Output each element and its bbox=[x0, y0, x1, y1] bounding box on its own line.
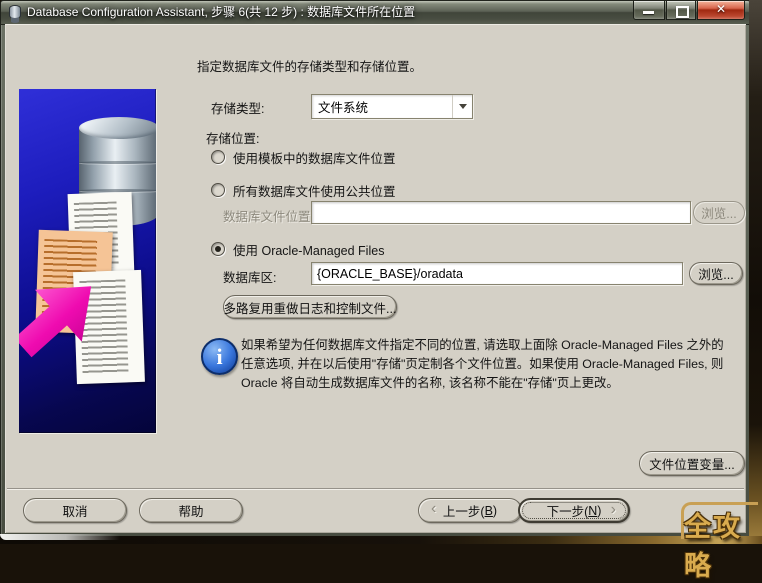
file-location-variables-button[interactable]: 文件位置变量... bbox=[639, 451, 745, 476]
storage-type-value: 文件系统 bbox=[318, 101, 369, 115]
db-area-label: 数据库区: bbox=[223, 271, 277, 285]
maximize-icon bbox=[676, 6, 689, 18]
radio-option-label: 所有数据库文件使用公共位置 bbox=[233, 184, 396, 199]
minimize-button[interactable] bbox=[633, 1, 665, 20]
storage-type-dropdown[interactable]: 文件系统 bbox=[311, 94, 473, 119]
window-controls: ✕ bbox=[633, 1, 745, 20]
next-button[interactable]: 下一步(N) › bbox=[518, 498, 630, 523]
screen: { "window": { "title": "Database Configu… bbox=[0, 0, 762, 581]
minimize-icon bbox=[643, 11, 654, 14]
radio-option-template-location[interactable]: 使用模板中的数据库文件位置 bbox=[211, 149, 396, 166]
back-chevron-icon: ‹ bbox=[431, 500, 437, 517]
radio-option-oracle-managed-files[interactable]: 使用 Oracle-Managed Files bbox=[211, 241, 385, 258]
chevron-down-icon bbox=[458, 104, 467, 109]
title-bar: Database Configuration Assistant, 步骤 6(共… bbox=[1, 1, 750, 25]
back-button[interactable]: ‹ 上一步(B) bbox=[418, 498, 522, 523]
window-title: Database Configuration Assistant, 步骤 6(共… bbox=[27, 5, 416, 19]
dropdown-arrow-button[interactable] bbox=[452, 95, 472, 118]
frame-silver-highlight bbox=[0, 534, 120, 540]
footer-separator bbox=[7, 488, 744, 490]
close-icon: ✕ bbox=[715, 2, 727, 16]
radio-icon bbox=[211, 183, 225, 197]
dialog-window: Database Configuration Assistant, 步骤 6(共… bbox=[0, 0, 751, 539]
radio-selected-icon bbox=[211, 242, 225, 256]
storage-location-label: 存储位置: bbox=[206, 132, 260, 146]
wizard-graphic bbox=[19, 89, 156, 433]
info-icon: i bbox=[201, 338, 238, 375]
radio-option-label: 使用模板中的数据库文件位置 bbox=[233, 151, 396, 166]
dialog-body: 指定数据库文件的存储类型和存储位置。 存储类型: 文件系统 存储位置: 使用模板… bbox=[5, 24, 746, 533]
radio-icon bbox=[211, 150, 225, 164]
watermark-text: 全攻略 bbox=[684, 512, 742, 581]
radio-option-common-location[interactable]: 所有数据库文件使用公共位置 bbox=[211, 182, 396, 199]
multiplex-redo-logs-button[interactable]: 多路复用重做日志和控制文件... bbox=[223, 295, 397, 319]
instruction-text: 指定数据库文件的存储类型和存储位置。 bbox=[197, 60, 423, 74]
db-file-location-label: 数据库文件位置: bbox=[223, 210, 314, 224]
db-area-browse-button[interactable]: 浏览... bbox=[689, 262, 743, 285]
db-file-location-input bbox=[311, 201, 691, 224]
db-area-input[interactable] bbox=[311, 262, 683, 285]
info-text: 如果希望为任何数据库文件指定不同的位置, 请选取上面除 Oracle-Manag… bbox=[241, 338, 724, 390]
app-icon bbox=[8, 5, 23, 20]
help-button[interactable]: 帮助 bbox=[139, 498, 243, 523]
maximize-button[interactable] bbox=[666, 1, 696, 20]
radio-option-label: 使用 Oracle-Managed Files bbox=[233, 243, 385, 258]
next-chevron-icon: › bbox=[610, 501, 616, 518]
db-file-location-browse-button: 浏览... bbox=[693, 201, 745, 224]
storage-type-label: 存储类型: bbox=[211, 102, 265, 116]
close-button[interactable]: ✕ bbox=[697, 1, 745, 20]
frame-right-edge bbox=[749, 0, 762, 544]
cancel-button[interactable]: 取消 bbox=[23, 498, 127, 523]
